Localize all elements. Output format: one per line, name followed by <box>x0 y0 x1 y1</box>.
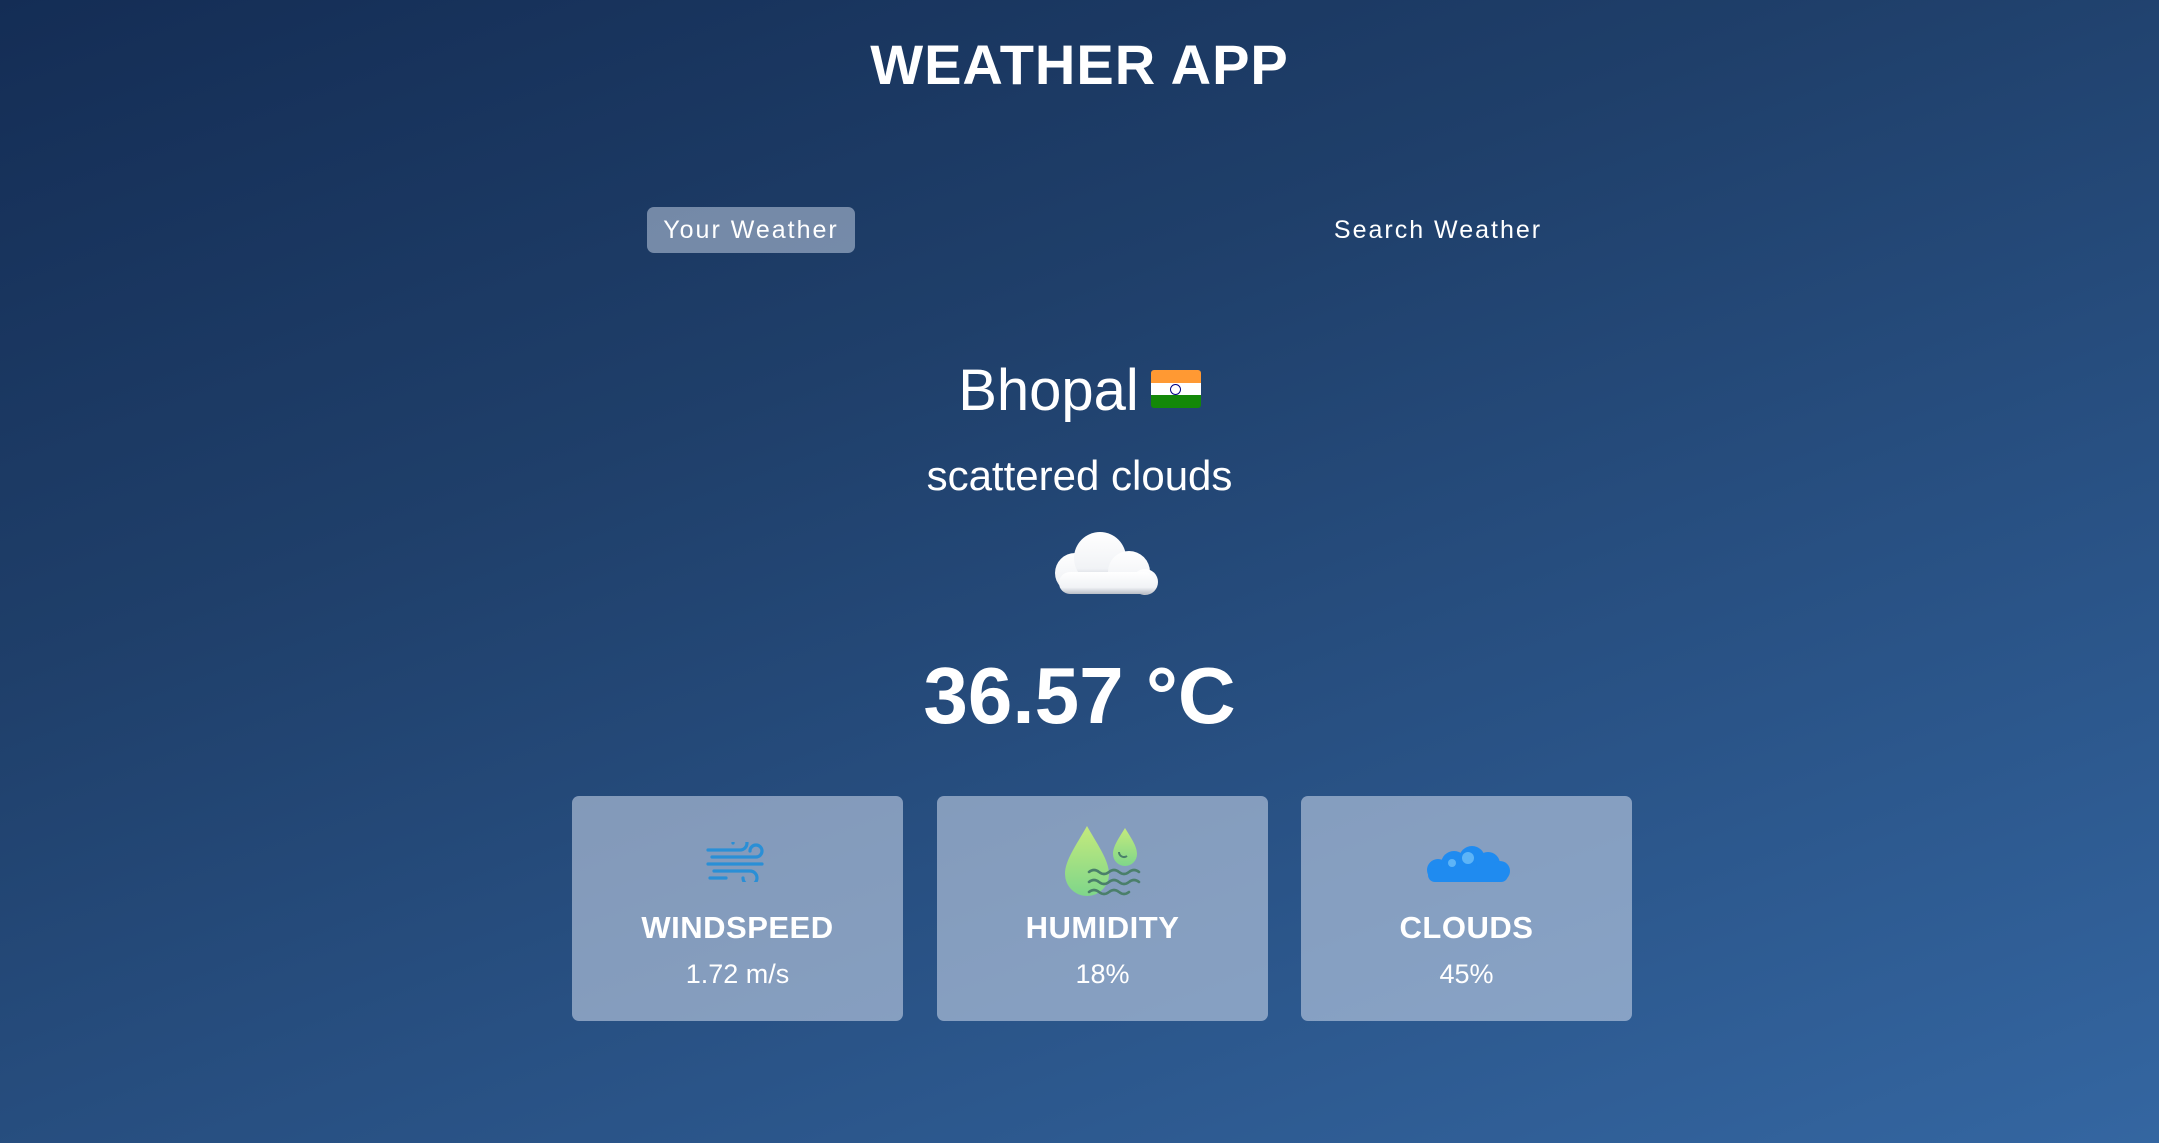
tab-search-weather[interactable]: Search Weather <box>1318 207 1558 253</box>
clouds-value: 45% <box>1439 959 1494 989</box>
windspeed-value: 1.72 m/s <box>685 959 790 989</box>
weather-description: scattered clouds <box>926 452 1233 499</box>
clouds-label: CLOUDS <box>1399 910 1534 945</box>
humidity-card: HUMIDITY 18% <box>937 796 1268 1021</box>
humidity-value: 18% <box>1075 959 1130 989</box>
location-heading: Bhopal <box>0 356 2159 426</box>
app-title: WEATHER APP <box>870 33 1289 96</box>
wind-icon <box>705 842 764 882</box>
windspeed-card: WINDSPEED 1.72 m/s <box>572 796 903 1021</box>
humidity-icon <box>1064 826 1140 896</box>
city-name: Bhopal <box>958 358 1139 423</box>
weather-app: WEATHER APP Your Weather Search Weather … <box>0 0 2159 1143</box>
clouds-card: CLOUDS 45% <box>1301 796 1632 1021</box>
cloud-icon <box>1055 532 1158 595</box>
temperature: 36.57 °C <box>923 651 1236 740</box>
tab-your-weather[interactable]: Your Weather <box>647 207 855 253</box>
windspeed-label: WINDSPEED <box>641 910 834 945</box>
humidity-label: HUMIDITY <box>1025 910 1180 945</box>
clouds-icon <box>1426 846 1510 882</box>
india-flag-icon <box>1150 370 1201 408</box>
